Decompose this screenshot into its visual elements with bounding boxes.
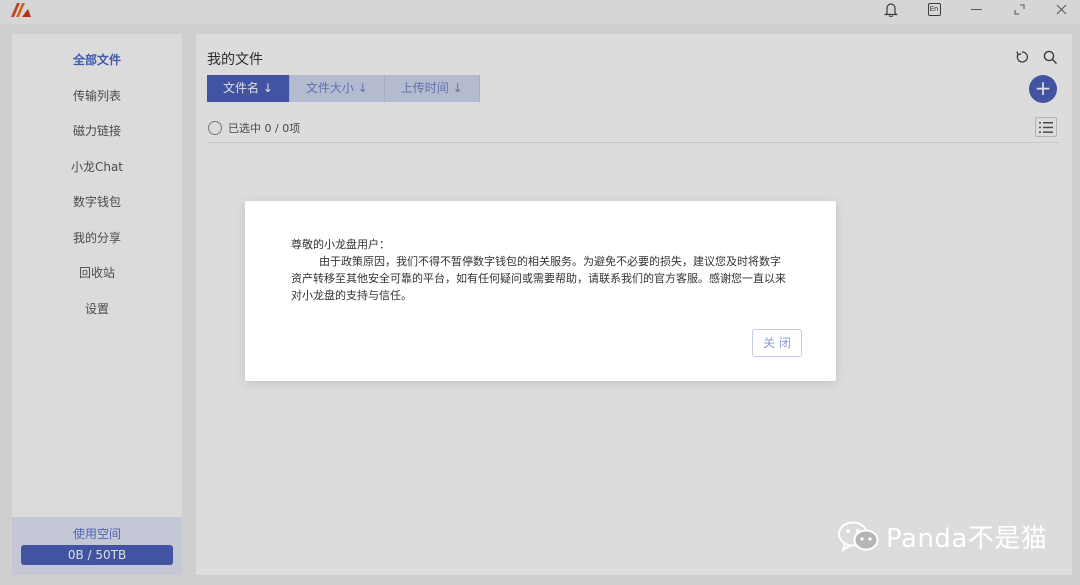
notice-dialog: 尊敬的小龙盘用户： 由于政策原因，我们不得不暂停数字钱包的相关服务。为避免不必要… <box>245 201 836 381</box>
watermark-text: Panda不是猫 <box>886 524 1048 554</box>
wechat-icon <box>838 521 879 552</box>
close-dialog-button[interactable]: 关 闭 <box>752 329 802 357</box>
watermark: Panda不是猫 <box>838 518 1047 555</box>
dialog-greeting: 尊敬的小龙盘用户： <box>291 238 390 251</box>
dialog-message: 由于政策原因，我们不得不暂停数字钱包的相关服务。为避免不必要的损失，建议您及时将… <box>291 255 786 302</box>
